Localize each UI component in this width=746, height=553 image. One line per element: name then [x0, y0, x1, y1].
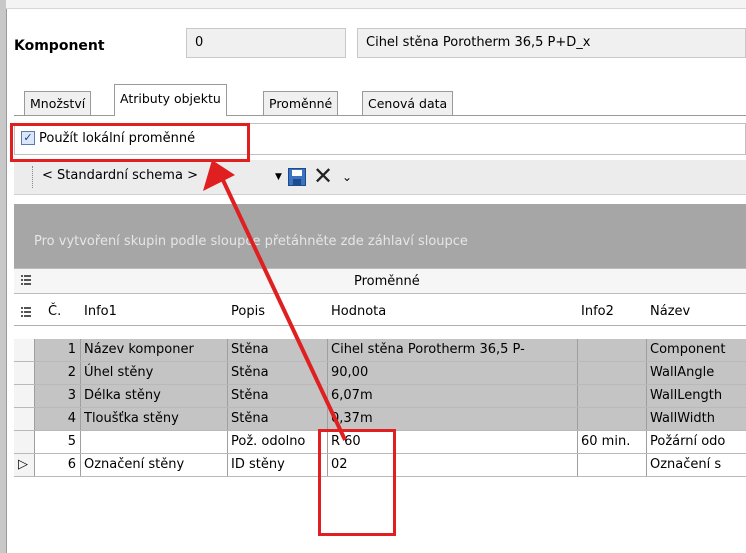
annotation-arrow-line: [220, 177, 347, 441]
annotation-arrow: [203, 160, 347, 441]
annotation-arrow-head: [203, 160, 235, 191]
tab-atributy-objektu[interactable]: Atributy objektu: [114, 84, 227, 116]
